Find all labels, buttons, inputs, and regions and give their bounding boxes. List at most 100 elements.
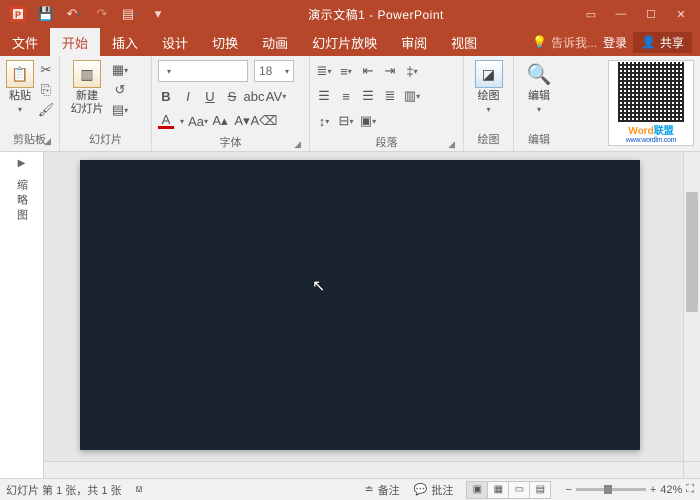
tab-review[interactable]: 审阅: [389, 28, 439, 56]
editing-button[interactable]: 🔍 编辑▾: [520, 60, 558, 114]
shapes-icon: ◪: [475, 60, 503, 88]
change-case-icon[interactable]: Aa▾: [190, 113, 206, 129]
reset-icon[interactable]: ↺: [112, 82, 128, 98]
underline-icon[interactable]: U: [202, 88, 218, 104]
outline-pane[interactable]: ▶ 缩略图: [0, 152, 44, 478]
tab-design[interactable]: 设计: [150, 28, 200, 56]
group-drawing: ◪ 绘图▾ 绘图: [464, 56, 514, 151]
align-right-icon[interactable]: ☰: [360, 88, 376, 104]
save-icon[interactable]: 💾: [34, 2, 58, 26]
dialog-launcher-icon[interactable]: ◢: [44, 136, 51, 147]
ribbon-options-icon[interactable]: ▭: [576, 2, 606, 26]
scrollbar-thumb[interactable]: [686, 192, 698, 312]
new-slide-button[interactable]: ▥ 新建 幻灯片: [66, 60, 108, 116]
chevron-right-icon[interactable]: ▶: [18, 158, 26, 169]
tab-slideshow[interactable]: 幻灯片放映: [300, 28, 389, 56]
dialog-launcher-icon[interactable]: ◢: [294, 139, 301, 150]
zoom-out-icon[interactable]: −: [565, 484, 571, 496]
normal-view-icon[interactable]: ▣: [466, 481, 488, 499]
slide[interactable]: ↖: [80, 160, 640, 450]
indent-inc-icon[interactable]: ⇥: [382, 63, 398, 79]
cursor-icon: ↖: [312, 276, 325, 296]
window-controls: ▭ — ☐ ✕: [576, 2, 700, 26]
format-painter-icon[interactable]: 🖌: [38, 102, 54, 118]
tab-insert[interactable]: 插入: [100, 28, 150, 56]
window-title: 演示文稿1 - PowerPoint: [176, 6, 576, 23]
tab-view[interactable]: 视图: [439, 28, 489, 56]
redo-icon[interactable]: ↷: [90, 2, 114, 26]
grow-font-icon[interactable]: A▴: [212, 113, 228, 129]
align-left-icon[interactable]: ☰: [316, 88, 332, 104]
slide-canvas-area: ↖: [44, 152, 700, 478]
group-editing: 🔍 编辑▾ 编辑: [514, 56, 564, 151]
bullets-icon[interactable]: ≣▾: [316, 63, 332, 79]
cut-icon[interactable]: ✂: [38, 62, 54, 78]
notes-button[interactable]: ≐ 备注: [364, 482, 399, 498]
vertical-scrollbar[interactable]: [683, 152, 700, 461]
dialog-launcher-icon[interactable]: ◢: [448, 139, 455, 150]
app-icon: P: [6, 2, 30, 26]
comments-button[interactable]: 💬 批注: [414, 482, 454, 498]
bold-icon[interactable]: B: [158, 88, 174, 104]
shrink-font-icon[interactable]: A▾: [234, 113, 250, 129]
strike-icon[interactable]: S: [224, 88, 240, 104]
line-spacing-icon[interactable]: ‡▾: [404, 63, 420, 79]
columns-icon[interactable]: ▥▾: [404, 88, 420, 104]
group-label: 幻灯片: [66, 129, 145, 149]
minimize-icon[interactable]: —: [606, 2, 636, 26]
font-family-select[interactable]: ▾: [158, 60, 248, 82]
sorter-view-icon[interactable]: ▦: [487, 481, 509, 499]
zoom-slider[interactable]: [576, 488, 646, 491]
indent-dec-icon[interactable]: ⇤: [360, 63, 376, 79]
share-button[interactable]: 👤共享: [633, 32, 692, 53]
justify-icon[interactable]: ≣: [382, 88, 398, 104]
zoom-in-icon[interactable]: +: [650, 484, 656, 496]
qat-customize-icon[interactable]: ▾: [146, 2, 170, 26]
group-clipboard: 📋 粘贴 ▾ ✂ ⎘ 🖌 剪贴板◢: [0, 56, 60, 151]
tell-me[interactable]: 💡告诉我...: [532, 34, 597, 51]
clear-format-icon[interactable]: A⌫: [256, 113, 272, 129]
tab-transitions[interactable]: 切换: [200, 28, 250, 56]
align-text-icon[interactable]: ⊟▾: [338, 113, 354, 129]
maximize-icon[interactable]: ☐: [636, 2, 666, 26]
quick-access-toolbar: P 💾 ↶▾ ↷ ▤▾ ▾: [0, 2, 176, 26]
qr-watermark: Word联盟 www.wordlm.com: [608, 60, 694, 146]
char-spacing-icon[interactable]: AV▾: [268, 88, 284, 104]
share-icon: 👤: [641, 35, 656, 49]
bulb-icon: 💡: [532, 35, 547, 49]
drawing-button[interactable]: ◪ 绘图▾: [470, 60, 507, 114]
shadow-icon[interactable]: abc: [246, 88, 262, 104]
font-color-icon[interactable]: A: [158, 113, 174, 129]
outline-label: 缩略图: [14, 179, 30, 224]
copy-icon[interactable]: ⎘: [38, 82, 54, 98]
spellcheck-icon[interactable]: ⟏: [136, 483, 143, 496]
tab-animations[interactable]: 动画: [250, 28, 300, 56]
tab-file[interactable]: 文件: [0, 28, 50, 56]
zoom-level[interactable]: 42%: [660, 484, 682, 496]
paste-button[interactable]: 📋 粘贴 ▾: [6, 60, 34, 114]
numbering-icon[interactable]: ≡▾: [338, 63, 354, 79]
slideshow-view-icon[interactable]: ▤: [529, 481, 551, 499]
tab-home[interactable]: 开始: [50, 28, 100, 56]
qr-code-icon: [618, 62, 684, 122]
new-slide-icon: ▥: [73, 60, 101, 88]
font-size-select[interactable]: 18▾: [254, 60, 294, 82]
italic-icon[interactable]: I: [180, 88, 196, 104]
horizontal-scrollbar[interactable]: [44, 461, 683, 478]
fit-to-window-icon[interactable]: ⛶: [686, 483, 694, 496]
section-icon[interactable]: ▤▾: [112, 102, 128, 118]
smartart-icon[interactable]: ▣▾: [360, 113, 376, 129]
start-from-beginning-icon[interactable]: ▤▾: [118, 2, 142, 26]
ribbon-tabs: 文件 开始 插入 设计 切换 动画 幻灯片放映 审阅 视图 💡告诉我... 登录…: [0, 28, 700, 56]
text-direction-icon[interactable]: ↕▾: [316, 113, 332, 129]
reading-view-icon[interactable]: ▭: [508, 481, 530, 499]
group-label: 编辑: [520, 129, 558, 149]
paste-icon: 📋: [6, 60, 34, 88]
close-icon[interactable]: ✕: [666, 2, 696, 26]
group-label: 字体◢: [158, 132, 303, 152]
align-center-icon[interactable]: ≡: [338, 88, 354, 104]
layout-icon[interactable]: ▦▾: [112, 62, 128, 78]
title-bar: P 💾 ↶▾ ↷ ▤▾ ▾ 演示文稿1 - PowerPoint ▭ — ☐ ✕: [0, 0, 700, 28]
sign-in-link[interactable]: 登录: [603, 34, 627, 51]
undo-icon[interactable]: ↶▾: [62, 2, 86, 26]
